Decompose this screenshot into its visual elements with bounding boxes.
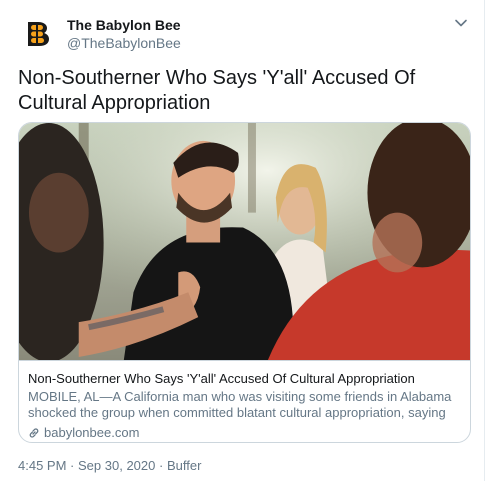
- babylon-bee-logo-icon: [20, 16, 56, 52]
- card-domain[interactable]: babylonbee.com: [28, 425, 460, 440]
- link-icon: [29, 427, 39, 438]
- tweet-date[interactable]: Sep 30, 2020: [78, 458, 155, 473]
- tweet: The Babylon Bee @TheBabylonBee Non-South…: [0, 0, 485, 481]
- tweet-text: Non-Southerner Who Says 'Y'all' Accused …: [18, 67, 416, 114]
- tweet-time[interactable]: 4:45 PM: [18, 458, 66, 473]
- avatar[interactable]: [18, 14, 58, 54]
- tweet-header: The Babylon Bee @TheBabylonBee: [18, 14, 181, 54]
- tweet-source[interactable]: Buffer: [167, 458, 201, 473]
- handle[interactable]: @TheBabylonBee: [67, 34, 181, 52]
- card-image: [19, 123, 470, 361]
- display-name[interactable]: The Babylon Bee: [67, 16, 181, 34]
- meta-separator-2: ·: [159, 458, 164, 473]
- tweet-meta: 4:45 PM · Sep 30, 2020 · Buffer: [18, 458, 201, 473]
- card-domain-label: babylonbee.com: [44, 425, 140, 440]
- card-description: MOBILE, AL—A California man who was visi…: [28, 389, 452, 420]
- meta-separator-1: ·: [70, 458, 75, 473]
- card-title[interactable]: Non-Southerner Who Says 'Y'all' Accused …: [28, 370, 460, 387]
- link-card[interactable]: Non-Southerner Who Says 'Y'all' Accused …: [18, 122, 471, 443]
- chevron-down-icon[interactable]: [454, 16, 468, 30]
